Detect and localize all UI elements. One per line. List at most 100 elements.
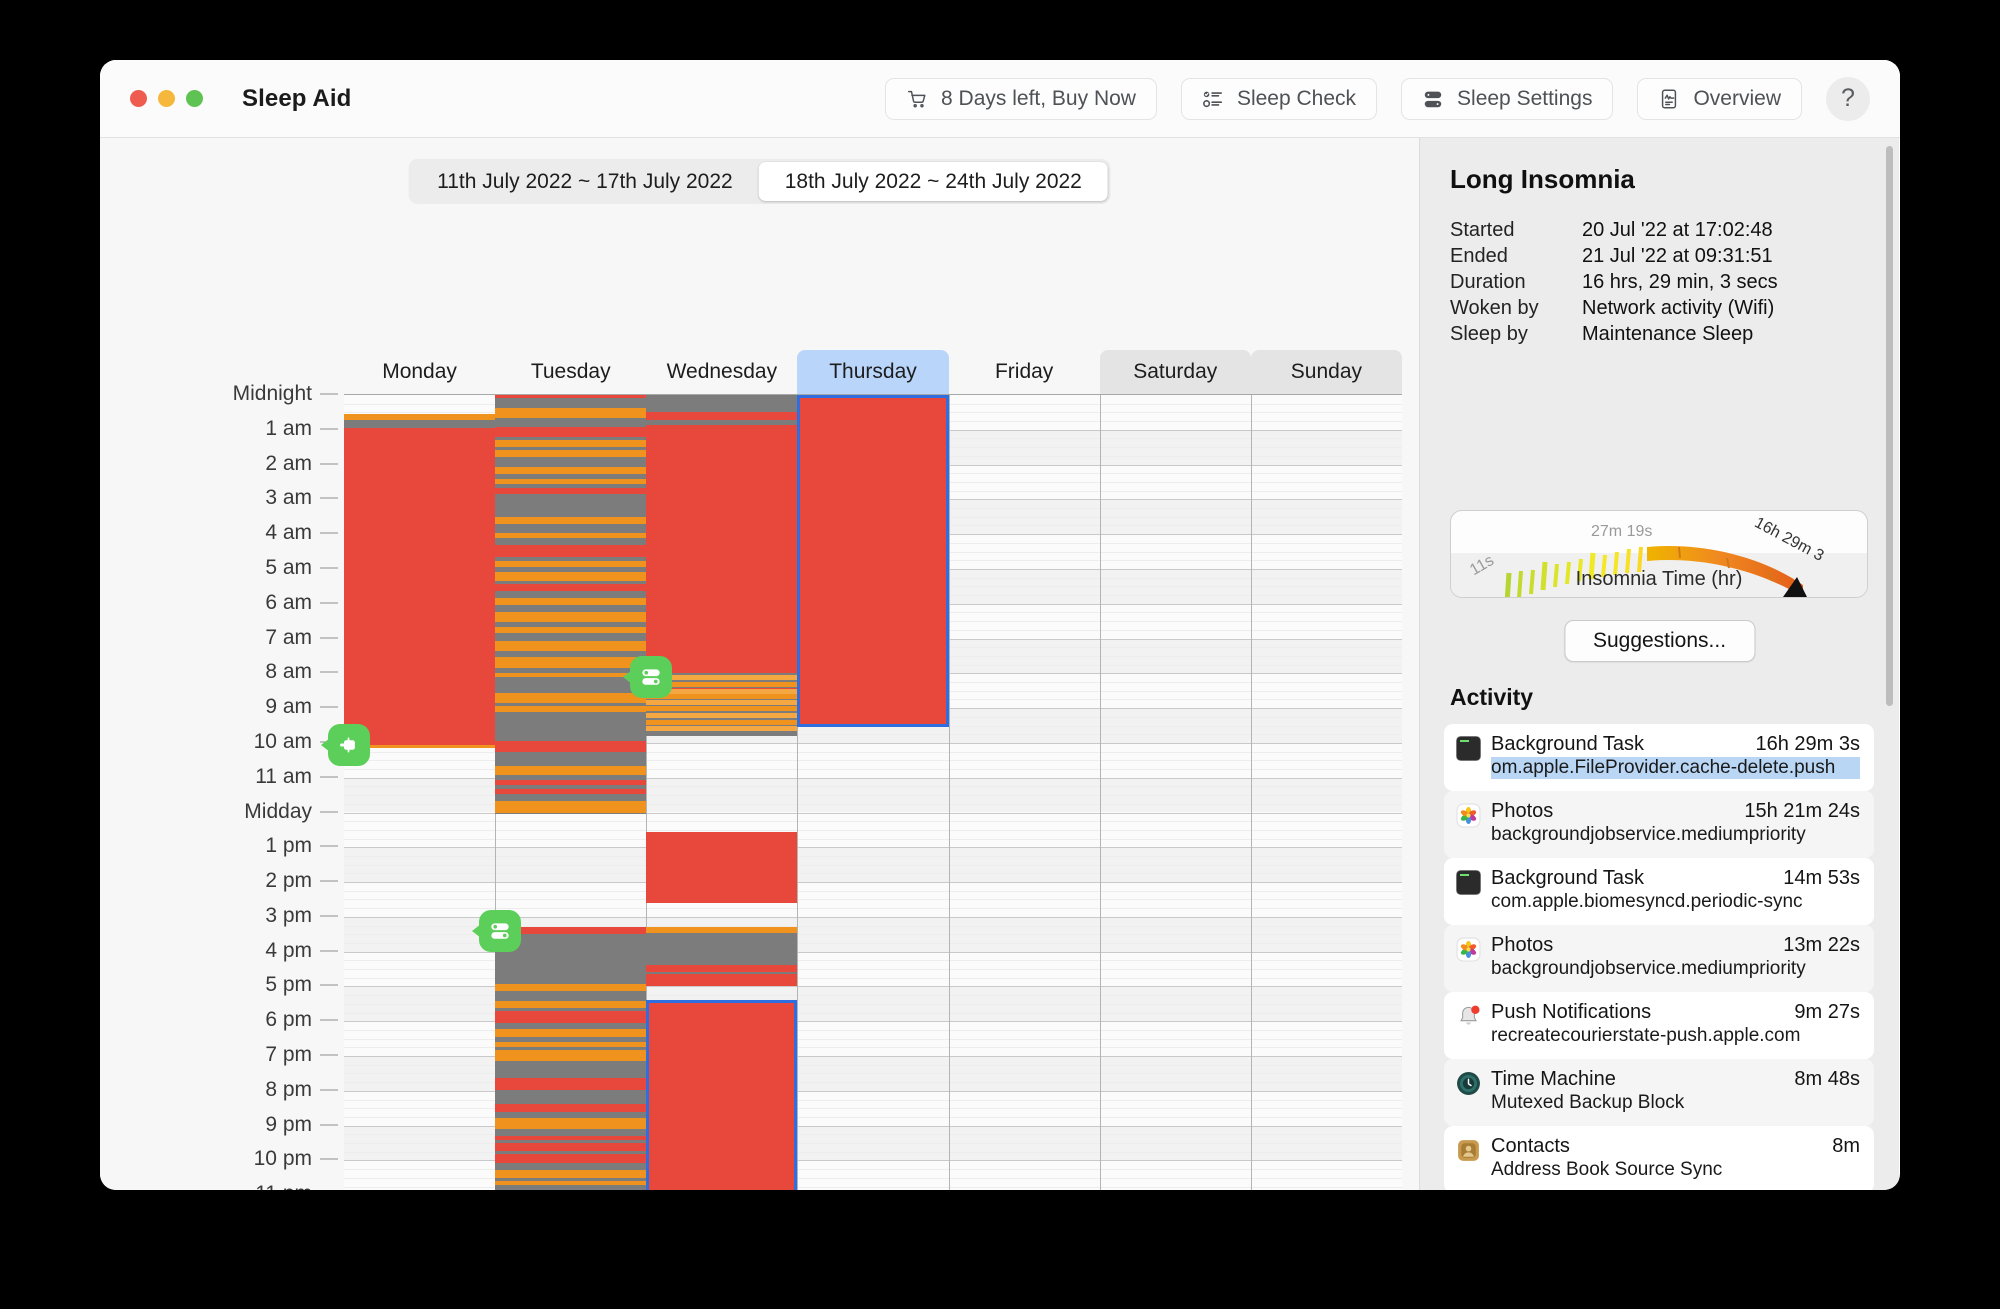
- activity-stripe[interactable]: [495, 969, 647, 980]
- activity-stripe[interactable]: [495, 706, 647, 712]
- activity-row[interactable]: Photos 13m 22s backgroundjobservice.medium…: [1444, 925, 1874, 992]
- awake-block[interactable]: [344, 428, 496, 745]
- activity-stripe[interactable]: [495, 692, 647, 703]
- day-header-tuesday[interactable]: Tuesday: [495, 350, 646, 394]
- activity-row[interactable]: Background Task 16h 29m 3s om.apple.FilePr…: [1444, 724, 1874, 791]
- activity-stripe[interactable]: [495, 466, 647, 475]
- activity-stripe[interactable]: [495, 1041, 647, 1048]
- help-button[interactable]: ?: [1826, 76, 1870, 121]
- settings-badge[interactable]: [630, 655, 673, 698]
- activity-row[interactable]: Background Task 14m 53s com.apple.biomesyn…: [1444, 858, 1874, 925]
- timeline-grid[interactable]: [328, 394, 1402, 1190]
- activity-stripe[interactable]: [495, 533, 647, 538]
- sleep-check-button[interactable]: Sleep Check: [1180, 77, 1378, 120]
- activity-stripe[interactable]: [495, 449, 647, 458]
- activity-stripe[interactable]: [495, 957, 647, 967]
- activity-stripe[interactable]: [495, 487, 647, 495]
- activity-row[interactable]: Time Machine 8m 48s Mutexed Backup Block: [1444, 1059, 1874, 1126]
- activity-stripe[interactable]: [495, 584, 647, 592]
- activity-stripe[interactable]: [495, 1143, 647, 1151]
- activity-stripe[interactable]: [646, 974, 798, 986]
- activity-stripe[interactable]: [495, 1011, 647, 1023]
- activity-stripe[interactable]: [495, 1169, 647, 1179]
- activity-stripe[interactable]: [495, 801, 647, 813]
- activity-stripe[interactable]: [495, 740, 647, 753]
- close-button[interactable]: [130, 90, 147, 107]
- activity-row[interactable]: Contacts 8m Address Book Source Sync: [1444, 1126, 1874, 1190]
- activity-stripe[interactable]: [495, 497, 647, 507]
- activity-stripe[interactable]: [646, 706, 798, 712]
- activity-stripe[interactable]: [495, 439, 647, 448]
- minimize-button[interactable]: [158, 90, 175, 107]
- activity-stripe[interactable]: [495, 1000, 647, 1009]
- activity-stripe[interactable]: [495, 1078, 647, 1091]
- activity-block[interactable]: [344, 414, 496, 421]
- activity-stripe[interactable]: [495, 765, 647, 776]
- activity-stripe[interactable]: [495, 626, 647, 634]
- detail-field-value: 20 Jul '22 at 17:02:48: [1582, 219, 1773, 241]
- settings-badge[interactable]: [479, 909, 522, 952]
- activity-stripe[interactable]: [646, 965, 798, 972]
- activity-stripe[interactable]: [495, 1103, 647, 1113]
- power-badge[interactable]: [328, 723, 370, 766]
- day-header-wednesday[interactable]: Wednesday: [646, 350, 797, 394]
- date-range-tab-current[interactable]: 18th July 2022 ~ 24th July 2022: [758, 162, 1108, 201]
- suggestions-button[interactable]: Suggestions...: [1563, 620, 1756, 662]
- sleep-block[interactable]: [344, 420, 496, 429]
- activity-stripe[interactable]: [495, 1135, 647, 1141]
- sleep-settings-button[interactable]: Sleep Settings: [1401, 77, 1614, 120]
- activity-stripe[interactable]: [495, 545, 647, 557]
- activity-stripe[interactable]: [495, 1118, 647, 1130]
- activity-stripe[interactable]: [495, 572, 647, 581]
- activity-stripe[interactable]: [495, 612, 647, 622]
- activity-stripe[interactable]: [495, 1028, 647, 1038]
- activity-stripe[interactable]: [646, 411, 798, 421]
- activity-stripe[interactable]: [495, 1181, 647, 1185]
- day-header-sunday[interactable]: Sunday: [1250, 350, 1402, 394]
- activity-stripe[interactable]: [646, 927, 798, 934]
- day-header-monday[interactable]: Monday: [344, 350, 495, 394]
- buy-now-button[interactable]: 8 Days left, Buy Now: [885, 77, 1157, 120]
- activity-stripe[interactable]: [646, 694, 798, 700]
- activity-stripe[interactable]: [495, 788, 647, 794]
- activity-stripe[interactable]: [495, 1153, 647, 1164]
- zoom-button[interactable]: [186, 90, 203, 107]
- activity-stripe[interactable]: [495, 395, 647, 399]
- activity-stripe[interactable]: [495, 478, 647, 484]
- activity-stripe[interactable]: [495, 758, 647, 762]
- activity-stripe[interactable]: [646, 935, 798, 943]
- activity-stripe[interactable]: [495, 1049, 647, 1061]
- activity-stripe[interactable]: [646, 713, 798, 719]
- activity-stripe[interactable]: [495, 426, 647, 438]
- day-header-saturday[interactable]: Saturday: [1099, 350, 1251, 394]
- activity-stripe[interactable]: [495, 516, 647, 524]
- activity-list[interactable]: Background Task 16h 29m 3s om.apple.FilePr…: [1444, 724, 1874, 1190]
- activity-stripe[interactable]: [495, 780, 647, 785]
- awake-block-selected[interactable]: [797, 395, 949, 728]
- activity-stripe[interactable]: [646, 395, 798, 404]
- activity-stripe[interactable]: [495, 407, 647, 419]
- date-range-tab-previous[interactable]: 11th July 2022 ~ 17th July 2022: [411, 162, 759, 201]
- activity-stripe[interactable]: [646, 951, 798, 959]
- activity-stripe[interactable]: [495, 656, 647, 669]
- activity-stripe[interactable]: [646, 424, 798, 429]
- activity-stripe[interactable]: [495, 640, 647, 651]
- activity-stripe[interactable]: [495, 1093, 647, 1102]
- activity-stripe[interactable]: [495, 560, 647, 568]
- activity-stripe[interactable]: [495, 983, 647, 992]
- activity-row[interactable]: Photos 15h 21m 24s backgroundjobservice.me…: [1444, 791, 1874, 858]
- activity-row[interactable]: Push Notifications 9m 27s recreatecouriers…: [1444, 992, 1874, 1059]
- overview-button[interactable]: Overview: [1637, 77, 1802, 120]
- activity-stripe[interactable]: [646, 725, 798, 731]
- activity-stripe[interactable]: [495, 720, 647, 731]
- activity-stripe[interactable]: [495, 598, 647, 605]
- scrollbar-thumb[interactable]: [1886, 146, 1893, 706]
- awake-block[interactable]: [646, 831, 798, 903]
- detail-scrollbar[interactable]: [1886, 146, 1893, 1176]
- awake-block[interactable]: [646, 428, 798, 674]
- day-header-thursday[interactable]: Thursday: [797, 350, 949, 394]
- activity-stripe[interactable]: [495, 1068, 647, 1073]
- day-header-friday[interactable]: Friday: [949, 350, 1100, 394]
- awake-block-selected[interactable]: [646, 1000, 798, 1190]
- activity-stripe[interactable]: [646, 700, 798, 706]
